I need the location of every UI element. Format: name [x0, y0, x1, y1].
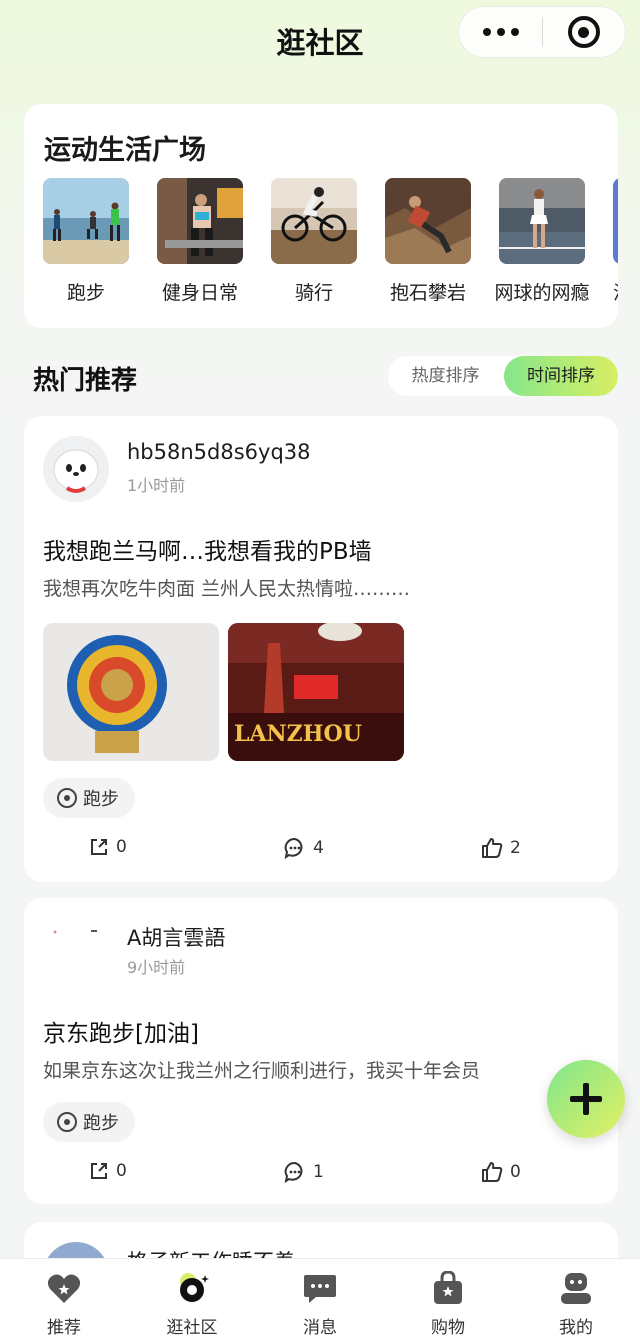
- community-icon: [180, 1273, 209, 1302]
- sports-square-card: 运动生活广场 跑步 健身日常 骑行 抱石攀岩 网球的网瘾: [24, 104, 618, 328]
- sport-label: 跑步: [66, 282, 105, 304]
- post-time: 1小时前: [127, 476, 186, 495]
- tab-label: 购物: [431, 1318, 465, 1336]
- post-title: 我想跑兰马啊…我想看我的PB墙: [43, 539, 372, 565]
- thumbs-up-icon: [482, 838, 503, 858]
- like-count: 2: [510, 838, 521, 858]
- like-count: 0: [510, 1162, 521, 1182]
- more-menu-icon[interactable]: [459, 6, 542, 58]
- comment-button[interactable]: 4: [283, 836, 324, 860]
- sport-item-fitness[interactable]: 健身日常: [157, 178, 243, 305]
- tab-label: 消息: [303, 1318, 337, 1336]
- mini-program-capsule: [458, 6, 626, 58]
- post-title: 京东跑步[加油]: [43, 1021, 199, 1047]
- sports-category-list[interactable]: 跑步 健身日常 骑行 抱石攀岩 网球的网瘾: [43, 178, 618, 318]
- username[interactable]: A胡言雲語: [127, 922, 225, 952]
- tab-shopping[interactable]: 购物: [384, 1259, 512, 1336]
- share-icon: [91, 1163, 107, 1179]
- topic-label: 跑步: [83, 789, 119, 810]
- sport-label: 网球的网瘾: [494, 282, 590, 304]
- sport-label: 抱石攀岩: [389, 282, 466, 304]
- share-icon: [91, 839, 107, 855]
- post-description: 如果京东这次让我兰州之行顺利进行，我买十年会员: [43, 1060, 481, 1082]
- avatar[interactable]: [43, 436, 109, 502]
- sport-label: 健身日常: [161, 282, 238, 304]
- sport-item-skating[interactable]: 滑: [613, 178, 618, 305]
- username[interactable]: hb58n5d8s6yq38: [127, 440, 311, 464]
- sport-label: 滑: [613, 278, 618, 305]
- heart-icon: [47, 1274, 81, 1303]
- message-icon: [304, 1275, 336, 1303]
- comment-button[interactable]: 1: [283, 1160, 324, 1184]
- comment-count: 1: [313, 1162, 324, 1182]
- comment-count: 4: [313, 838, 324, 858]
- running-thumbnail: [43, 178, 129, 264]
- sport-item-bouldering[interactable]: 抱石攀岩: [385, 178, 471, 305]
- post-image-medal[interactable]: [43, 623, 219, 761]
- bouldering-thumbnail: [385, 178, 471, 264]
- tab-messages[interactable]: 消息: [256, 1259, 384, 1336]
- share-count: 0: [116, 837, 127, 857]
- sport-item-cycling[interactable]: 骑行: [271, 178, 357, 305]
- sort-toggle: 热度排序 时间排序: [388, 356, 618, 396]
- topic-label: 跑步: [83, 1113, 119, 1134]
- section-title: 热门推荐: [33, 366, 138, 396]
- topic-tag[interactable]: 跑步: [43, 778, 135, 818]
- tab-recommend[interactable]: 推荐: [0, 1259, 128, 1336]
- tab-community[interactable]: 逛社区: [128, 1259, 256, 1336]
- close-target-icon[interactable]: [543, 6, 625, 58]
- share-button[interactable]: 0: [88, 1160, 127, 1182]
- post-card[interactable]: A胡言雲語 9小时前 京东跑步[加油] 如果京东这次让我兰州之行顺利进行，我买十…: [24, 898, 618, 1204]
- bottom-tab-bar: 推荐 逛社区 消息 购物 我的: [0, 1258, 640, 1336]
- comment-icon: [284, 837, 303, 860]
- comment-icon: [284, 1161, 303, 1184]
- tab-label: 逛社区: [166, 1318, 218, 1336]
- sport-item-tennis[interactable]: 网球的网瘾: [494, 178, 590, 305]
- tab-label: 我的: [559, 1318, 593, 1336]
- topic-icon: [57, 788, 77, 808]
- post-image-lanzhou[interactable]: LANZHOU: [228, 623, 404, 761]
- tennis-thumbnail: [499, 178, 585, 264]
- skating-thumbnail: [613, 178, 618, 264]
- topic-tag[interactable]: 跑步: [43, 1102, 135, 1142]
- thumbs-up-icon: [482, 1162, 503, 1182]
- cycling-thumbnail: [271, 178, 357, 264]
- lanzhou-sign-text: LANZHOU: [234, 721, 362, 747]
- profile-icon: [561, 1273, 591, 1304]
- plus-icon: [570, 1083, 602, 1115]
- share-button[interactable]: 0: [88, 836, 127, 858]
- topic-icon: [57, 1112, 77, 1132]
- tab-label: 推荐: [47, 1318, 81, 1336]
- post-actions: 0 1 0: [24, 1160, 618, 1190]
- sport-label: 骑行: [294, 282, 333, 304]
- share-count: 0: [116, 1161, 127, 1181]
- like-button[interactable]: 2: [480, 836, 521, 860]
- shopping-bag-icon: [434, 1271, 462, 1304]
- tab-profile[interactable]: 我的: [512, 1259, 640, 1336]
- post-card[interactable]: hb58n5d8s6yq38 1小时前 我想跑兰马啊…我想看我的PB墙 我想再次…: [24, 416, 618, 882]
- post-description: 我想再次吃牛肉面 兰州人民太热情啦………: [43, 578, 411, 600]
- post-time: 9小时前: [127, 958, 186, 977]
- fitness-thumbnail: [157, 178, 243, 264]
- sport-item-running[interactable]: 跑步: [43, 178, 129, 305]
- avatar[interactable]: [43, 918, 109, 984]
- sort-by-heat-button[interactable]: 热度排序: [388, 356, 503, 396]
- sort-by-time-button[interactable]: 时间排序: [504, 356, 618, 396]
- top-bar: 逛社区: [0, 0, 640, 86]
- square-title: 运动生活广场: [44, 135, 206, 166]
- create-post-button[interactable]: [547, 1060, 625, 1138]
- like-button[interactable]: 0: [480, 1160, 521, 1184]
- post-actions: 0 4 2: [24, 836, 618, 866]
